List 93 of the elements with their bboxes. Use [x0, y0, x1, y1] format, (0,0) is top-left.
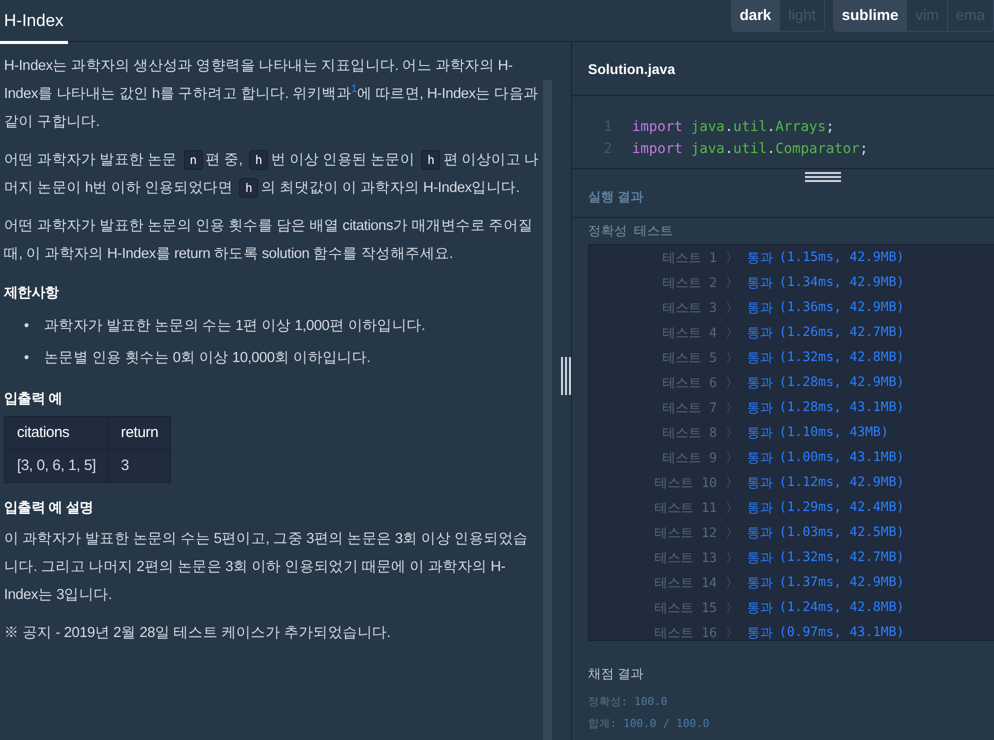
file-tab[interactable]: Solution.java [588, 60, 676, 76]
test-status: 통과 [747, 274, 773, 292]
score-line: 합계: 100.0 / 100.0 [588, 716, 710, 732]
chevron-icon: 〉 [717, 274, 747, 292]
list-item: 논문별 인용 횟수는 0회 이상 10,000회 이하입니다. [44, 349, 370, 368]
test-detail: (1.26ms, 42.7MB) [779, 325, 904, 340]
chevron-icon: 〉 [717, 374, 747, 392]
test-status: 통과 [747, 374, 773, 392]
test-status: 통과 [747, 624, 773, 642]
keymap-option[interactable]: sublime [834, 0, 906, 31]
test-label: 테스트 9 [661, 450, 717, 466]
grading-title: 채점 결과 [588, 665, 645, 683]
test-label: 테스트 2 [661, 274, 717, 292]
paragraph: H-Index는 과학자의 생산성과 영향력을 나타내는 지표입니다. 어느 과학자의 H-Index를 나타내는 값인 h를 구하려고 합니다. 위키백과$^{1}$에 따르면, H-Index는 다음과 같이 구합니다. [4, 57, 539, 132]
section-label: 정확성 테스트 [587, 222, 674, 240]
column-header: citations [4, 416, 108, 450]
list-item: 과학자가 발표한 논문의 수는 1편 이상 1,000편 이하입니다. [44, 317, 426, 336]
test-label: 테스트 8 [661, 424, 717, 442]
theme-option[interactable]: dark [732, 0, 780, 31]
test-detail: (1.10ms, 43MB) [779, 425, 889, 440]
test-detail: (1.12ms, 42.9MB) [779, 475, 904, 490]
test-status: 통과 [747, 324, 773, 342]
test-detail: (0.97ms, 43.1MB) [779, 625, 904, 640]
test-status: 통과 [747, 350, 773, 366]
test-status: 통과 [747, 474, 773, 492]
test-status: 통과 [747, 300, 773, 316]
bullet-icon: • [24, 310, 44, 342]
chevron-icon: 〉 [717, 298, 747, 316]
chevron-icon: 〉 [717, 398, 747, 416]
test-label: 테스트 15 [654, 600, 717, 616]
chevron-icon: 〉 [717, 348, 747, 366]
test-status: 통과 [747, 424, 773, 442]
chevron-icon: 〉 [717, 424, 747, 442]
chevron-icon: 〉 [717, 524, 747, 542]
section-heading: 입출력 예 [4, 389, 64, 408]
test-status: 통과 [747, 500, 773, 516]
test-status: 통과 [747, 400, 773, 416]
resize-handle-icon[interactable] [561, 357, 571, 395]
test-detail: (1.00ms, 43.1MB) [779, 450, 904, 465]
paragraph: 어떤 과학자가 발표한 논문 n 편 중, h 번 이상 인용된 논문이 h 편 이상이고 나머지 논문이 h번 이하 인용되었다면 h 의 최댓값이 이 과학자의 H-Index입니다. [4, 149, 539, 200]
results-title: 실행 결과 [588, 188, 644, 206]
code-line: import java.util.Arrays; [632, 118, 834, 137]
test-label: 테스트 12 [654, 524, 717, 542]
chevron-icon: 〉 [717, 474, 747, 492]
test-detail: (1.03ms, 42.5MB) [779, 525, 904, 540]
test-detail: (1.37ms, 42.9MB) [779, 575, 904, 590]
chevron-icon: 〉 [717, 624, 747, 642]
test-status: 통과 [747, 574, 773, 592]
chevron-icon: 〉 [717, 598, 747, 616]
test-detail: (1.32ms, 42.7MB) [779, 550, 904, 565]
test-detail: (1.32ms, 42.8MB) [779, 350, 904, 365]
test-status: 통과 [747, 250, 773, 266]
test-detail: (1.24ms, 42.8MB) [779, 600, 904, 615]
chevron-icon: 〉 [717, 548, 747, 566]
test-status: 통과 [747, 450, 773, 466]
paragraph: 어떤 과학자가 발표한 논문의 인용 횟수를 담은 배열 citations가 매개변수로 주어질 때, 이 과학자의 H-Index를 return 하도록 solution 함수를 작성해주세요. [4, 217, 534, 264]
test-label: 테스트 10 [654, 474, 717, 492]
test-label: 테스트 14 [654, 574, 717, 592]
test-detail: (1.15ms, 42.9MB) [779, 250, 904, 265]
paragraph: ※ 공지 - 2019년 2월 28일 테스트 케이스가 추가되었습니다. [4, 624, 392, 643]
drag-handle-icon[interactable] [805, 172, 841, 182]
test-label: 테스트 11 [654, 500, 717, 516]
test-label: 테스트 1 [661, 250, 717, 266]
section-heading: 입출력 예 설명 [4, 498, 94, 517]
chevron-icon: 〉 [717, 574, 747, 592]
test-label: 테스트 3 [661, 300, 717, 316]
test-label: 테스트 13 [654, 550, 717, 566]
paragraph: 이 과학자가 발표한 논문의 수는 5편이고, 그중 3편의 논문은 3회 이상 인용되었습니다. 그리고 나머지 2편의 논문은 3회 이하 인용되었기 때문에 이 과학자의 H-Index는 3입니다. [4, 530, 529, 605]
test-label: 테스트 7 [661, 400, 717, 416]
chevron-icon: 〉 [717, 248, 747, 266]
test-label: 테스트 4 [661, 324, 717, 342]
score-line: 정확성: 100.0 [588, 694, 668, 710]
test-detail: (1.29ms, 42.4MB) [779, 500, 904, 515]
test-status: 통과 [747, 550, 773, 566]
section-heading: 제한사항 [4, 283, 60, 302]
problem-tab[interactable]: H-Index [0, 0, 68, 44]
test-status: 통과 [747, 600, 773, 616]
table-cell: 3 [108, 450, 171, 482]
test-detail: (1.28ms, 43.1MB) [779, 400, 904, 415]
test-label: 테스트 6 [661, 374, 717, 392]
table-cell: [3, 0, 6, 1, 5] [4, 450, 108, 482]
chevron-icon: 〉 [717, 498, 747, 516]
test-status: 통과 [747, 524, 773, 542]
test-label: 테스트 5 [661, 350, 717, 366]
chevron-icon: 〉 [717, 324, 747, 342]
test-detail: (1.28ms, 42.9MB) [779, 375, 904, 390]
bullet-icon: • [24, 342, 44, 374]
chevron-icon: 〉 [717, 448, 747, 466]
test-label: 테스트 16 [654, 624, 717, 642]
code-line: import java.util.Comparator; [632, 140, 868, 159]
test-detail: (1.36ms, 42.9MB) [779, 300, 904, 315]
test-detail: (1.34ms, 42.9MB) [779, 275, 904, 290]
column-header: return [108, 416, 171, 450]
